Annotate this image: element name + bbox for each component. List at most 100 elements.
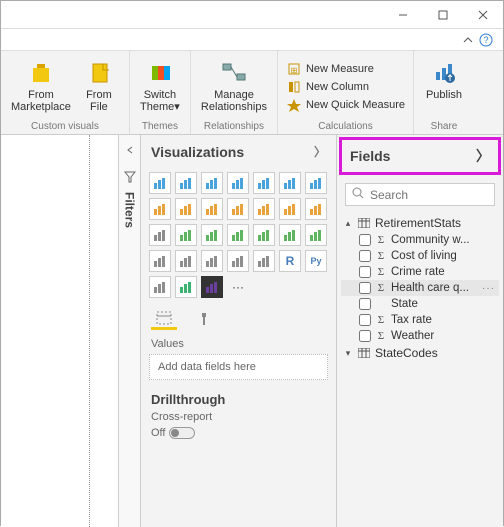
viz-type-7[interactable] — [149, 198, 171, 220]
viz-type-31[interactable]: ··· — [227, 276, 249, 298]
table-icon — [357, 347, 371, 359]
ribbon-group-calculations: ⊞New Measure New Column New Quick Measur… — [278, 51, 414, 134]
field-Tax-rate[interactable]: ΣTax rate — [341, 312, 499, 328]
field-checkbox[interactable] — [359, 314, 371, 326]
field-Cost-of-living[interactable]: ΣCost of living — [341, 248, 499, 264]
ribbon: From Marketplace From File Custom visual… — [1, 51, 503, 135]
new-measure-button[interactable]: ⊞New Measure — [284, 60, 407, 78]
marketplace-icon — [27, 55, 55, 89]
more-icon[interactable]: ··· — [482, 283, 499, 294]
from-marketplace-button[interactable]: From Marketplace — [7, 53, 75, 120]
viz-type-26[interactable]: R — [279, 250, 301, 272]
ribbon-group-themes: Switch Theme▾ Themes — [130, 51, 191, 134]
field-name: Weather — [391, 330, 499, 342]
group-label-themes: Themes — [136, 120, 184, 134]
funnel-icon — [124, 171, 136, 186]
values-dropzone[interactable]: Add data fields here — [149, 354, 328, 380]
field-State[interactable]: State — [341, 296, 499, 312]
window-maximize[interactable] — [423, 1, 463, 29]
filters-pane-collapsed[interactable]: Filters — [119, 135, 141, 527]
viz-type-22[interactable] — [175, 250, 197, 272]
column-icon — [286, 79, 302, 95]
new-quick-measure-button[interactable]: New Quick Measure — [284, 96, 407, 114]
viz-type-23[interactable] — [201, 250, 223, 272]
viz-type-24[interactable] — [227, 250, 249, 272]
visualizations-title: Visualizations — [151, 144, 244, 160]
chevron-right-icon: 〉 — [476, 146, 490, 166]
table-RetirementStats[interactable]: ▴RetirementStats — [341, 214, 499, 232]
viz-type-4[interactable] — [253, 172, 275, 194]
sigma-icon: Σ — [375, 282, 387, 294]
viz-type-28[interactable] — [149, 276, 171, 298]
viz-type-21[interactable] — [149, 250, 171, 272]
visualization-gallery: RPy ··· — [141, 168, 336, 302]
new-column-button[interactable]: New Column — [284, 78, 407, 96]
publish-button[interactable]: Publish — [420, 53, 468, 120]
viz-config-tabs — [141, 302, 336, 332]
table-StateCodes[interactable]: ▾StateCodes — [341, 344, 499, 362]
field-checkbox[interactable] — [359, 330, 371, 342]
theme-icon — [146, 55, 174, 89]
viz-type-29[interactable] — [175, 276, 197, 298]
svg-text:⊞: ⊞ — [291, 66, 298, 75]
viz-type-6[interactable] — [305, 172, 327, 194]
viz-type-10[interactable] — [227, 198, 249, 220]
field-checkbox[interactable] — [359, 282, 371, 294]
viz-type-27[interactable]: Py — [305, 250, 327, 272]
switch-theme-button[interactable]: Switch Theme▾ — [136, 53, 184, 120]
from-file-button[interactable]: From File — [75, 53, 123, 120]
viz-type-17[interactable] — [227, 224, 249, 246]
viz-type-8[interactable] — [175, 198, 197, 220]
viz-type-13[interactable] — [305, 198, 327, 220]
viz-type-1[interactable] — [175, 172, 197, 194]
window-titlebar — [1, 1, 503, 29]
fields-search[interactable] — [345, 183, 495, 206]
field-Health-care-q-[interactable]: ΣHealth care q...··· — [341, 280, 499, 296]
viz-type-12[interactable] — [279, 198, 301, 220]
fields-title: Fields — [350, 148, 390, 164]
sigma-icon: Σ — [375, 314, 387, 326]
viz-type-3[interactable] — [227, 172, 249, 194]
sigma-icon: Σ — [375, 266, 387, 278]
viz-type-2[interactable] — [201, 172, 223, 194]
viz-type-5[interactable] — [279, 172, 301, 194]
group-label-relationships: Relationships — [197, 120, 271, 134]
field-checkbox[interactable] — [359, 250, 371, 262]
report-canvas[interactable] — [1, 135, 119, 527]
viz-type-14[interactable] — [149, 224, 171, 246]
field-Community-w-[interactable]: ΣCommunity w... — [341, 232, 499, 248]
field-Crime-rate[interactable]: ΣCrime rate — [341, 264, 499, 280]
field-Weather[interactable]: ΣWeather — [341, 328, 499, 344]
filters-expand-icon[interactable] — [126, 135, 134, 165]
viz-type-30[interactable] — [201, 276, 223, 298]
quick-measure-icon — [286, 97, 302, 113]
viz-type-25[interactable] — [253, 250, 275, 272]
drillthrough-header: Drillthrough — [141, 388, 336, 409]
cross-report-toggle[interactable]: Off — [141, 425, 336, 441]
field-checkbox[interactable] — [359, 298, 371, 310]
fields-tab[interactable] — [151, 308, 177, 330]
caret-icon: ▴ — [343, 218, 353, 229]
field-checkbox[interactable] — [359, 266, 371, 278]
ribbon-collapse-icon[interactable] — [463, 35, 473, 45]
viz-type-15[interactable] — [175, 224, 197, 246]
viz-type-16[interactable] — [201, 224, 223, 246]
viz-type-0[interactable] — [149, 172, 171, 194]
publish-icon — [430, 55, 458, 89]
search-input[interactable] — [370, 188, 504, 202]
viz-type-9[interactable] — [201, 198, 223, 220]
window-minimize[interactable] — [383, 1, 423, 29]
fields-header[interactable]: Fields 〉 — [339, 137, 501, 175]
viz-type-18[interactable] — [253, 224, 275, 246]
window-close[interactable] — [463, 1, 503, 29]
visualizations-pane: Visualizations 〉 RPy ··· Values Add data … — [141, 135, 337, 527]
viz-type-19[interactable] — [279, 224, 301, 246]
manage-relationships-button[interactable]: Manage Relationships — [197, 53, 271, 120]
viz-type-20[interactable] — [305, 224, 327, 246]
format-tab[interactable] — [191, 308, 217, 330]
values-label: Values — [141, 332, 336, 352]
visualizations-header[interactable]: Visualizations 〉 — [141, 135, 336, 168]
help-icon[interactable]: ? — [479, 33, 493, 47]
field-checkbox[interactable] — [359, 234, 371, 246]
viz-type-11[interactable] — [253, 198, 275, 220]
